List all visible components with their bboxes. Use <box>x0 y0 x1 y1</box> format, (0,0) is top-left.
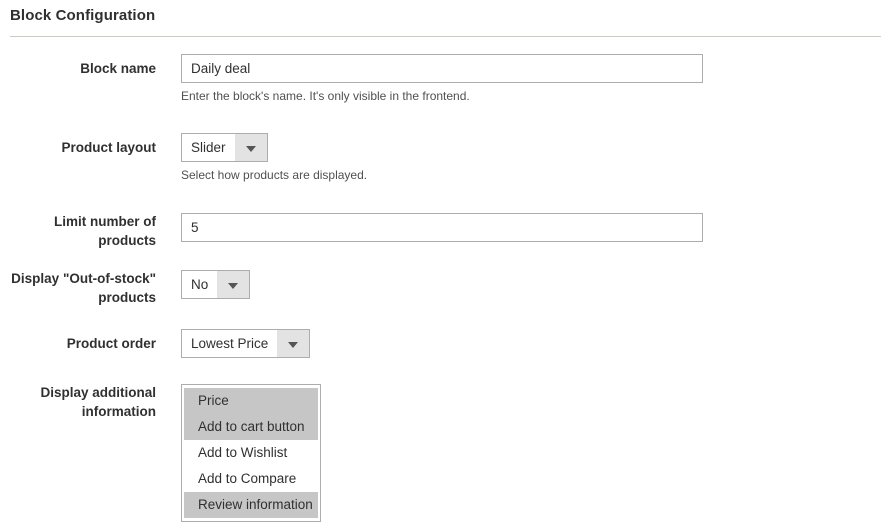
block-name-note: Enter the block's name. It's only visibl… <box>181 89 470 103</box>
header-divider <box>10 36 881 37</box>
product-layout-note: Select how products are displayed. <box>181 168 368 182</box>
chevron-down-icon[interactable] <box>277 330 310 357</box>
chevron-down-icon[interactable] <box>234 134 267 161</box>
block-name-label: Block name <box>80 61 156 76</box>
product-layout-label: Product layout <box>61 140 156 155</box>
additional-information-multiselect[interactable]: Price Add to cart button Add to Wishlist Ad… <box>181 384 321 522</box>
list-item[interactable]: Price <box>184 388 318 414</box>
product-order-selected-value: Lowest Price <box>191 336 269 351</box>
chevron-down-icon[interactable] <box>217 271 250 298</box>
list-item[interactable]: Add to Wishlist <box>184 440 318 466</box>
limit-number-label: Limit number of products <box>54 214 156 248</box>
out-of-stock-selected-value: No <box>191 277 209 292</box>
block-name-input[interactable] <box>181 54 703 83</box>
limit-number-input[interactable] <box>181 213 703 242</box>
additional-information-label: Display additional information <box>40 385 156 419</box>
page-title: Block Configuration <box>10 7 156 24</box>
block-configuration-form: Block Configuration Block name Enter the… <box>0 0 895 528</box>
product-layout-select[interactable]: Slider <box>181 133 268 162</box>
list-item[interactable]: Add to cart button <box>184 414 318 440</box>
out-of-stock-label: Display "Out-of-stock" products <box>11 271 156 305</box>
list-item[interactable]: Add to Compare <box>184 466 318 492</box>
product-order-select[interactable]: Lowest Price <box>181 329 311 358</box>
product-order-label: Product order <box>66 336 156 351</box>
list-item[interactable]: Review information <box>184 492 318 518</box>
out-of-stock-select[interactable]: No <box>181 270 251 299</box>
product-layout-selected-value: Slider <box>191 140 226 155</box>
